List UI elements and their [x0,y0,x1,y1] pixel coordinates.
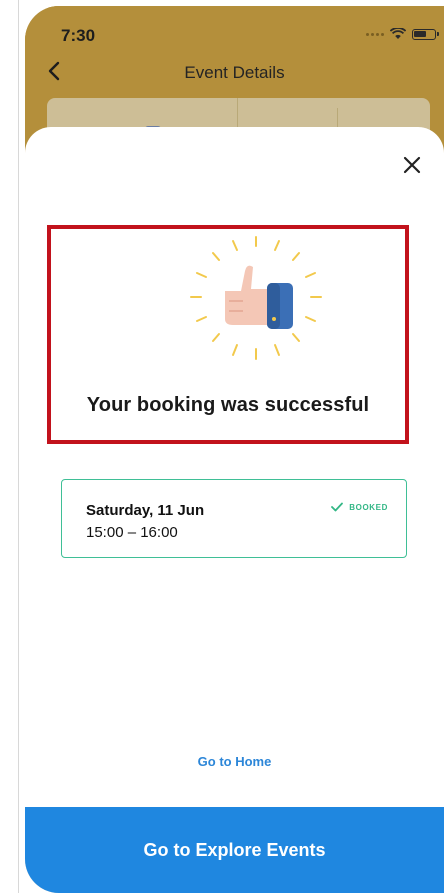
success-highlight-box: Your booking was successful [47,225,409,444]
wifi-icon [390,28,406,39]
close-icon[interactable] [400,153,424,177]
success-heading: Your booking was successful [86,394,370,416]
page-title: Event Details [184,63,285,82]
booking-success-sheet: Your booking was successful Saturday, 11… [25,127,444,893]
booking-time: 15:00 – 16:00 [86,524,178,541]
thumbs-up-illustration [190,236,322,360]
phone-screen: 7:30 Event Details Your booking was succ… [25,6,444,893]
battery-icon [412,28,439,40]
status-badge: BOOKED [331,502,388,512]
status-label: BOOKED [349,502,388,512]
go-home-link[interactable]: Go to Home [25,754,444,769]
booking-date: Saturday, 11 Jun [86,502,205,519]
status-time: 7:30 [61,26,96,45]
explore-events-button[interactable]: Go to Explore Events [25,807,444,893]
booking-card: Saturday, 11 Jun 15:00 – 16:00 BOOKED [61,479,407,558]
signal-icon [366,32,384,36]
check-icon [331,502,344,512]
page-edge [18,0,19,893]
status-icons [366,28,439,40]
